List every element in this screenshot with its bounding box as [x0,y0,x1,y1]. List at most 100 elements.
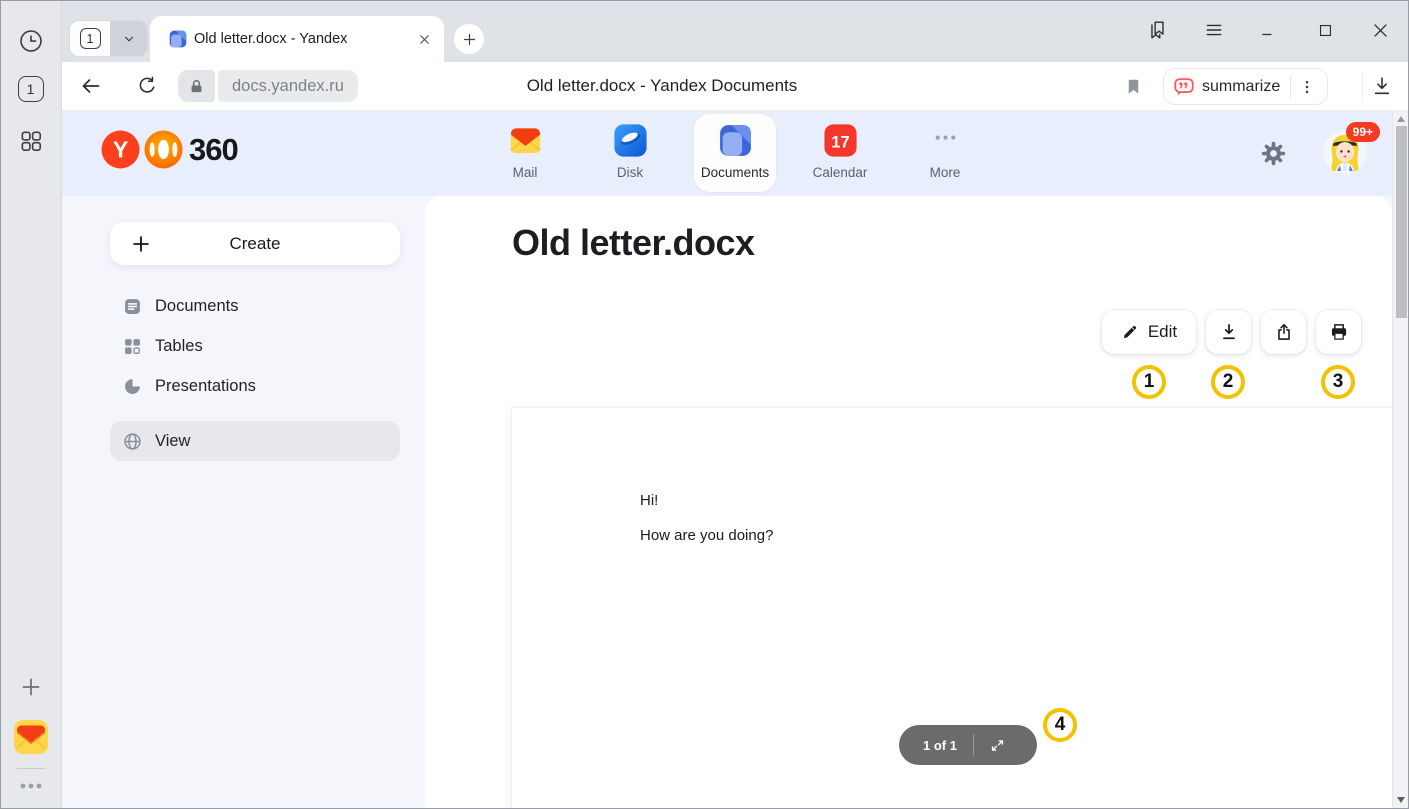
scrollbar-down-arrow[interactable] [1397,797,1405,803]
new-tab-button[interactable] [454,24,484,54]
nav-item-calendar[interactable]: 17 Calendar [799,114,881,192]
tab-title: Old letter.docx - Yandex [194,31,417,47]
calendar-badge-number: 17 [831,132,849,151]
nav-item-documents[interactable]: Documents [694,114,776,192]
scrollbar-thumb[interactable] [1396,126,1407,318]
scrollbar-up-arrow[interactable] [1397,116,1405,122]
page-scrollbar[interactable] [1392,110,1409,809]
document-line-2: How are you doing? [640,527,773,544]
avatar[interactable]: 99+ [1322,129,1368,175]
history-clock-icon[interactable] [14,24,48,58]
maximize-icon[interactable] [1305,10,1345,50]
download-button[interactable] [1206,310,1251,354]
close-window-icon[interactable] [1360,10,1400,50]
secure-lock-icon[interactable] [178,70,215,102]
fullscreen-expand-icon[interactable] [989,737,1006,754]
bookmarks-panel-icon[interactable] [1137,10,1177,50]
tab-group-chip[interactable]: 1 [70,21,147,56]
downloads-icon[interactable] [1364,62,1400,110]
globe-icon [122,431,143,452]
plus-icon [461,31,478,48]
sidebar-divider [17,768,45,769]
annotation-circle-1: 1 [1132,365,1166,399]
apps-grid-icon[interactable] [16,126,46,156]
printer-icon [1329,322,1349,342]
yandex-mail-shortcut-icon[interactable] [12,718,50,756]
main-content: Old letter.docx Edit 1 2 3 Hi! How [425,196,1392,809]
browser-menu-icon[interactable] [1194,10,1234,50]
summarize-icon[interactable] [1173,76,1195,98]
page-title: Old letter.docx [512,222,755,264]
back-icon[interactable] [74,62,108,110]
table-icon [122,336,143,357]
panel-item-documents[interactable]: Documents [110,286,400,326]
more-app-icon [927,122,964,159]
tab-group-chevron[interactable] [110,21,147,56]
nav-item-mail[interactable]: Mail [484,114,566,192]
summarize-divider [1290,76,1291,98]
create-label: Create [110,234,400,254]
create-button[interactable]: Create [110,222,400,265]
logo-360-text: 360 [189,132,238,168]
panel-label-view: View [155,432,190,451]
download-icon [1219,322,1239,342]
nav-item-disk[interactable]: Disk [589,114,671,192]
toolbar-divider [1362,72,1363,100]
summarize-label[interactable]: summarize [1202,78,1280,96]
tab-group-count: 1 [70,21,110,56]
url-bar[interactable]: docs.yandex.ru [178,70,358,102]
nav-label-more: More [930,165,961,180]
edit-label: Edit [1148,322,1177,342]
edit-button[interactable]: Edit [1102,310,1196,354]
calendar-app-icon: 17 [822,122,859,159]
panel-item-view[interactable]: View [110,421,400,461]
yandex360-logo[interactable]: Y 360 [100,129,238,170]
summarize-group: summarize [1163,68,1328,105]
tabs-counter-icon[interactable]: 1 [16,74,46,104]
page-indicator-pill[interactable]: 1 of 1 [899,725,1037,765]
docs-app: Y 360 Mail [62,110,1392,809]
document-line-1: Hi! [640,492,658,509]
settings-gear-icon[interactable] [1260,140,1287,172]
sidebar-more-icon[interactable] [16,776,46,796]
documents-app-icon [717,122,754,159]
reload-icon[interactable] [130,62,164,110]
panel-item-presentations[interactable]: Presentations [110,366,400,406]
share-icon [1274,322,1294,342]
create-plus-icon [130,233,152,255]
tab-bar: 1 Old letter.docx - Yandex [62,0,1409,62]
presentation-icon [122,376,143,397]
panel-label-tables: Tables [155,337,203,356]
yandex-o-icon [143,129,184,170]
documents-favicon [168,29,188,49]
mail-app-icon [507,122,544,159]
nav-label-mail: Mail [513,165,538,180]
active-tab[interactable]: Old letter.docx - Yandex [150,16,444,62]
pager-divider [973,734,974,756]
svg-text:Y: Y [113,137,128,163]
tab-close-icon[interactable] [417,32,432,47]
summarize-menu-icon[interactable] [1298,78,1316,96]
yandex360-header: Y 360 Mail [62,110,1392,196]
sidebar-add-icon[interactable] [16,672,46,702]
bookmark-icon[interactable] [1116,62,1150,110]
panel-item-tables[interactable]: Tables [110,326,400,366]
print-button[interactable] [1316,310,1361,354]
annotation-circle-4: 4 [1043,708,1077,742]
tabs-counter-value: 1 [18,76,44,102]
annotation-circle-3: 3 [1321,365,1355,399]
nav-label-documents: Documents [701,165,769,180]
annotation-circle-2: 2 [1211,365,1245,399]
share-button[interactable] [1261,310,1306,354]
browser-sidebar: 1 [0,0,62,809]
url-domain[interactable]: docs.yandex.ru [218,70,358,102]
address-toolbar: docs.yandex.ru Old letter.docx - Yandex … [62,62,1409,110]
nav-label-calendar: Calendar [813,165,868,180]
yandex-y-icon: Y [100,129,141,170]
minimize-icon[interactable] [1248,10,1288,50]
pencil-icon [1121,323,1139,341]
page-indicator-label: 1 of 1 [923,738,957,753]
nav-item-more[interactable]: More [904,114,986,192]
panel-label-presentations: Presentations [155,377,256,396]
panel-label-documents: Documents [155,297,238,316]
